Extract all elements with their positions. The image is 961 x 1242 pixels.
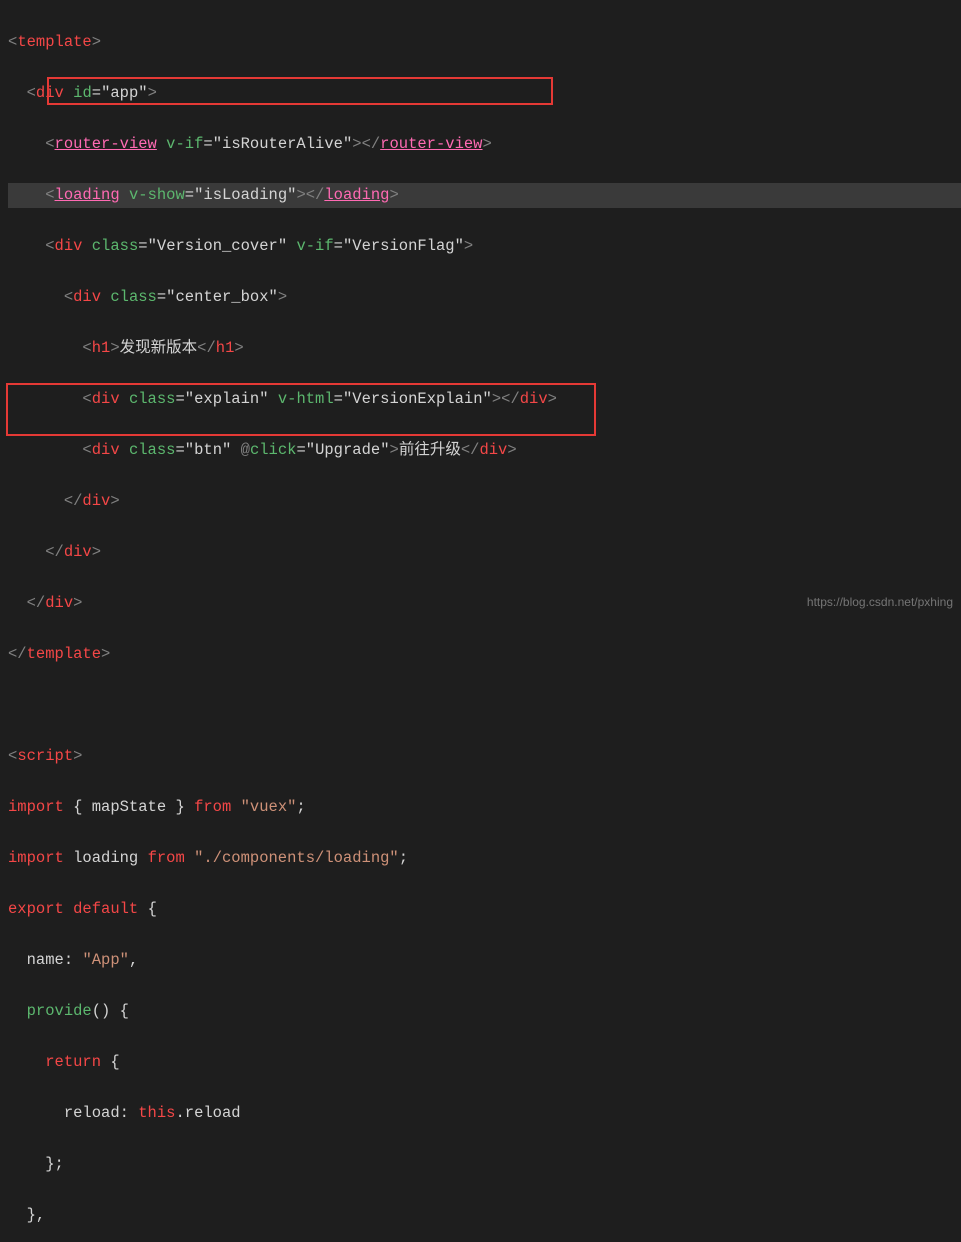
code-line: },	[8, 1203, 961, 1229]
code-line: </div>	[8, 489, 961, 515]
code-line: import loading from "./components/loadin…	[8, 846, 961, 872]
code-line: <div id="app">	[8, 81, 961, 107]
watermark-text: https://blog.csdn.net/pxhing	[807, 590, 953, 616]
code-line: name: "App",	[8, 948, 961, 974]
code-line: <div class="center_box">	[8, 285, 961, 311]
code-line: return {	[8, 1050, 961, 1076]
code-line: import { mapState } from "vuex";	[8, 795, 961, 821]
code-editor[interactable]: <template> <div id="app"> <router-view v…	[0, 0, 961, 1242]
code-line: <div class="Version_cover" v-if="Version…	[8, 234, 961, 260]
code-line	[8, 693, 961, 719]
code-line: <router-view v-if="isRouterAlive"></rout…	[8, 132, 961, 158]
code-line: provide() {	[8, 999, 961, 1025]
code-line: };	[8, 1152, 961, 1178]
code-line: <div class="explain" v-html="VersionExpl…	[8, 387, 961, 413]
code-line: reload: this.reload	[8, 1101, 961, 1127]
code-line-current: <loading v-show="isLoading"></loading>	[8, 183, 961, 209]
code-line: <template>	[8, 30, 961, 56]
code-line: export default {	[8, 897, 961, 923]
code-line: </template>	[8, 642, 961, 668]
code-line: </div>	[8, 540, 961, 566]
code-line: <script>	[8, 744, 961, 770]
code-line: <div class="btn" @click="Upgrade">前往升级</…	[8, 438, 961, 464]
code-line: <h1>发现新版本</h1>	[8, 336, 961, 362]
